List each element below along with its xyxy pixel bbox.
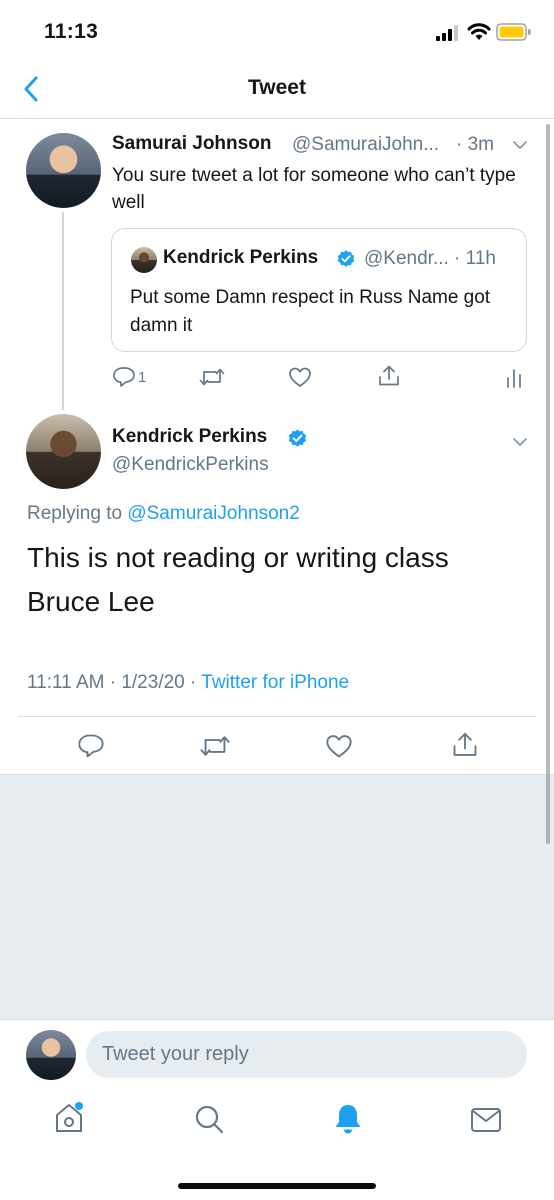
analytics-icon[interactable] bbox=[505, 366, 523, 388]
tweet-time: · 3m bbox=[456, 134, 494, 155]
reply-count: 1 bbox=[138, 369, 147, 386]
reply-icon[interactable] bbox=[112, 366, 136, 388]
wifi-icon bbox=[467, 23, 491, 40]
retweet-icon[interactable] bbox=[199, 366, 225, 388]
divider bbox=[0, 1019, 554, 1020]
quoted-avatar bbox=[131, 247, 157, 273]
avatar[interactable] bbox=[26, 414, 101, 489]
share-icon[interactable] bbox=[377, 364, 401, 388]
my-avatar[interactable] bbox=[26, 1030, 76, 1080]
share-icon[interactable] bbox=[451, 731, 479, 759]
tweet-text: You sure tweet a lot for someone who can… bbox=[112, 165, 516, 213]
replying-prefix: Replying to bbox=[27, 503, 123, 524]
verified-badge-icon bbox=[337, 250, 355, 267]
author-name[interactable]: Kendrick Perkins bbox=[112, 426, 267, 448]
divider bbox=[18, 716, 536, 717]
author-handle[interactable]: @KendrickPerkins bbox=[112, 454, 269, 476]
chevron-down-icon[interactable] bbox=[512, 139, 528, 151]
thread-line bbox=[62, 212, 64, 410]
scrollbar[interactable] bbox=[546, 124, 550, 844]
avatar[interactable] bbox=[26, 133, 101, 208]
tweet-text: This is not reading or writing class Bru… bbox=[27, 542, 449, 617]
retweet-icon[interactable] bbox=[199, 733, 231, 759]
quoted-author-name: Kendrick Perkins bbox=[163, 247, 319, 268]
replying-to: Replying to @SamuraiJohnson2 bbox=[27, 503, 300, 525]
status-time: 11:13 bbox=[44, 20, 99, 43]
empty-replies-area bbox=[0, 775, 554, 1019]
verified-badge-icon bbox=[288, 429, 307, 447]
quoted-author-handle: @Kendr... · 11h bbox=[364, 248, 496, 269]
reply-input[interactable] bbox=[86, 1031, 527, 1078]
tweet-meta: 11:11 AM · 1/23/20 · Twitter for iPhone bbox=[27, 672, 349, 694]
tweet-timestamp: 11:11 AM · 1/23/20 · bbox=[27, 672, 202, 693]
messages-icon[interactable] bbox=[470, 1106, 502, 1134]
page-title: Tweet bbox=[248, 76, 306, 99]
quoted-tweet-text: Put some Damn respect in Russ Name got d… bbox=[130, 287, 491, 336]
tweet-source-link[interactable]: Twitter for iPhone bbox=[201, 672, 349, 693]
nav-divider bbox=[0, 118, 554, 119]
cellular-signal-icon bbox=[436, 25, 458, 41]
battery-icon bbox=[496, 23, 531, 41]
notifications-icon[interactable] bbox=[332, 1102, 364, 1136]
reply-icon[interactable] bbox=[77, 733, 105, 759]
chevron-down-icon[interactable] bbox=[512, 436, 528, 448]
replying-to-link[interactable]: @SamuraiJohnson2 bbox=[127, 503, 299, 524]
like-icon[interactable] bbox=[288, 366, 312, 388]
author-name[interactable]: Samurai Johnson bbox=[112, 133, 271, 155]
author-handle[interactable]: @SamuraiJohn... bbox=[292, 134, 439, 156]
search-icon[interactable] bbox=[193, 1103, 225, 1135]
like-icon[interactable] bbox=[325, 733, 353, 759]
home-indicator[interactable] bbox=[178, 1183, 376, 1189]
home-icon[interactable] bbox=[53, 1101, 85, 1135]
